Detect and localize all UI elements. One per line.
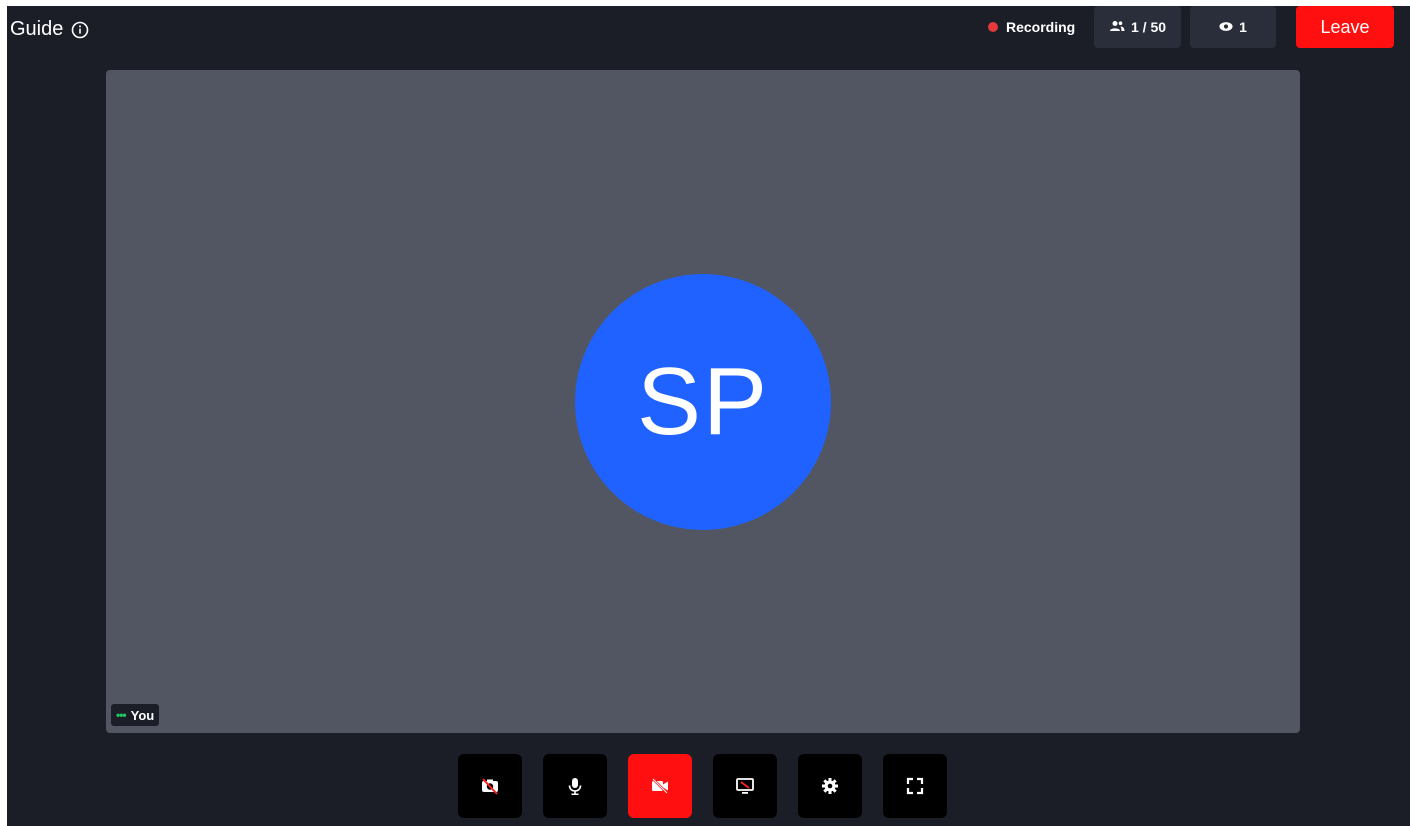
settings-button[interactable] xyxy=(798,754,862,818)
meeting-app: Guide Recording 1 / 50 1 Leave SP ••• Yo… xyxy=(7,6,1410,826)
users-icon xyxy=(1109,19,1125,35)
recording-indicator: Recording xyxy=(988,19,1075,35)
viewers-count: 1 xyxy=(1239,19,1247,35)
viewers-count-button[interactable]: 1 xyxy=(1190,6,1276,48)
top-bar: Guide Recording 1 / 50 1 Leave xyxy=(7,6,1410,58)
eye-icon xyxy=(1219,19,1233,35)
recording-dot-icon xyxy=(988,22,998,32)
video-tile: SP ••• You xyxy=(106,70,1300,733)
gear-icon xyxy=(822,778,838,794)
screen-share-button[interactable] xyxy=(713,754,777,818)
meeting-title: Guide xyxy=(10,18,89,41)
participants-count-button[interactable]: 1 / 50 xyxy=(1094,6,1181,48)
participant-name-tag: ••• You xyxy=(111,704,160,726)
fullscreen-icon xyxy=(906,777,924,795)
microphone-icon xyxy=(568,778,582,795)
participant-name: You xyxy=(130,707,155,723)
meeting-title-label: Guide xyxy=(10,18,64,40)
video-off-button[interactable] xyxy=(628,754,692,818)
video-off-icon xyxy=(652,778,668,794)
screen-share-icon xyxy=(736,778,754,794)
camera-off-icon xyxy=(482,778,498,795)
camera-off-button[interactable] xyxy=(458,754,522,818)
control-bar xyxy=(458,754,947,818)
fullscreen-button[interactable] xyxy=(883,754,947,818)
microphone-button[interactable] xyxy=(543,754,607,818)
avatar: SP xyxy=(575,274,831,530)
leave-button[interactable]: Leave xyxy=(1296,6,1394,48)
speaking-dots-icon: ••• xyxy=(116,708,127,722)
info-icon[interactable] xyxy=(71,21,89,39)
participants-count: 1 / 50 xyxy=(1130,19,1167,35)
recording-label: Recording xyxy=(1006,19,1076,35)
